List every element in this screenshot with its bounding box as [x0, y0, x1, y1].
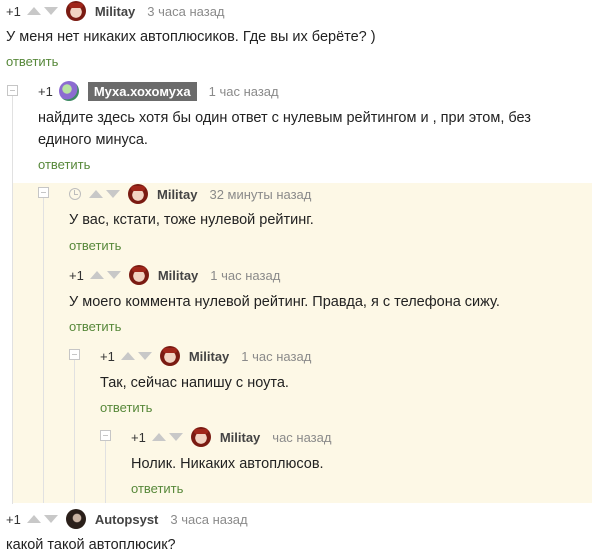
comment-username[interactable]: Militay [189, 349, 229, 364]
avatar[interactable] [128, 265, 149, 285]
arrow-up-icon[interactable] [89, 190, 103, 198]
comment-header: +1 Militay 1 час назад [100, 345, 311, 367]
reply-link[interactable]: ответить [6, 54, 58, 69]
arrow-down-icon[interactable] [43, 7, 58, 15]
arrow-up-icon[interactable] [89, 271, 104, 279]
comment-text: У меня нет никаких автоплюсиков. Где вы … [6, 29, 376, 45]
comment-rating: +1 [6, 511, 21, 527]
collapse-icon[interactable] [100, 430, 111, 441]
comment-rating: +1 [6, 3, 21, 19]
reply-link[interactable]: ответить [100, 400, 152, 415]
arrow-down-icon[interactable] [106, 271, 121, 279]
comment-header: +1 Муха.хохомуха 1 час назад [38, 80, 279, 102]
comment-text: У вас, кстати, тоже нулевой рейтинг. [69, 212, 314, 228]
comment-rating: +1 [38, 83, 53, 99]
comment-text: У моего коммента нулевой рейтинг. Правда… [69, 294, 500, 310]
avatar[interactable] [190, 427, 211, 447]
arrow-down-icon[interactable] [106, 190, 120, 198]
comment-header: Militay 32 минуты назад [69, 183, 311, 205]
comment-header: +1 Militay час назад [131, 426, 331, 448]
avatar[interactable] [159, 346, 180, 366]
comment-header: +1 Autopsyst 3 часа назад [6, 508, 248, 530]
comment-username[interactable]: Militay [95, 4, 135, 19]
comment-username[interactable]: Autopsyst [95, 512, 159, 527]
clock-icon [69, 188, 81, 200]
comment-rating: +1 [131, 429, 146, 445]
thread-line [105, 441, 106, 503]
comment-username[interactable]: Militay [157, 187, 197, 202]
comment-username[interactable]: Militay [220, 430, 260, 445]
comment-time[interactable]: 3 часа назад [147, 4, 224, 19]
avatar[interactable] [65, 509, 86, 529]
arrow-up-icon[interactable] [120, 352, 135, 360]
comment-time[interactable]: 1 час назад [209, 84, 279, 99]
comment-time[interactable]: час назад [272, 430, 331, 445]
comment-header: +1 Militay 1 час назад [69, 264, 280, 286]
comment-text: Нолик. Никаких автоплюсов. [131, 456, 324, 472]
arrow-up-icon[interactable] [151, 433, 166, 441]
comment-time[interactable]: 1 час назад [241, 349, 311, 364]
comment-text: Так, сейчас напишу с ноута. [100, 375, 289, 391]
collapse-icon[interactable] [7, 85, 18, 96]
thread-line [74, 360, 75, 503]
thread-line [43, 198, 44, 503]
reply-link[interactable]: ответить [131, 481, 183, 496]
comment-rating: +1 [69, 267, 84, 283]
thread-line [12, 96, 13, 504]
reply-link[interactable]: ответить [38, 157, 90, 172]
comment-rating: +1 [100, 348, 115, 364]
arrow-down-icon[interactable] [137, 352, 152, 360]
arrow-down-icon[interactable] [43, 515, 58, 523]
avatar[interactable] [128, 184, 148, 204]
reply-link[interactable]: ответить [69, 319, 121, 334]
comment-time[interactable]: 32 минуты назад [209, 187, 311, 202]
arrow-up-icon[interactable] [26, 7, 41, 15]
avatar[interactable] [65, 1, 86, 21]
comment-text: найдите здесь хотя бы один ответ с нулев… [38, 110, 531, 148]
comment-time[interactable]: 3 часа назад [170, 512, 247, 527]
reply-link[interactable]: ответить [69, 238, 121, 253]
comment-username[interactable]: Муха.хохомуха [87, 81, 197, 101]
collapse-icon[interactable] [69, 349, 80, 360]
comment-time[interactable]: 1 час назад [210, 268, 280, 283]
comment-text: какой такой автоплюсик? [6, 537, 176, 553]
comment-username[interactable]: Militay [158, 268, 198, 283]
arrow-down-icon[interactable] [168, 433, 183, 441]
avatar[interactable] [58, 81, 79, 101]
comment-header: +1 Militay 3 часа назад [6, 0, 225, 22]
arrow-up-icon[interactable] [26, 515, 41, 523]
collapse-icon[interactable] [38, 187, 49, 198]
